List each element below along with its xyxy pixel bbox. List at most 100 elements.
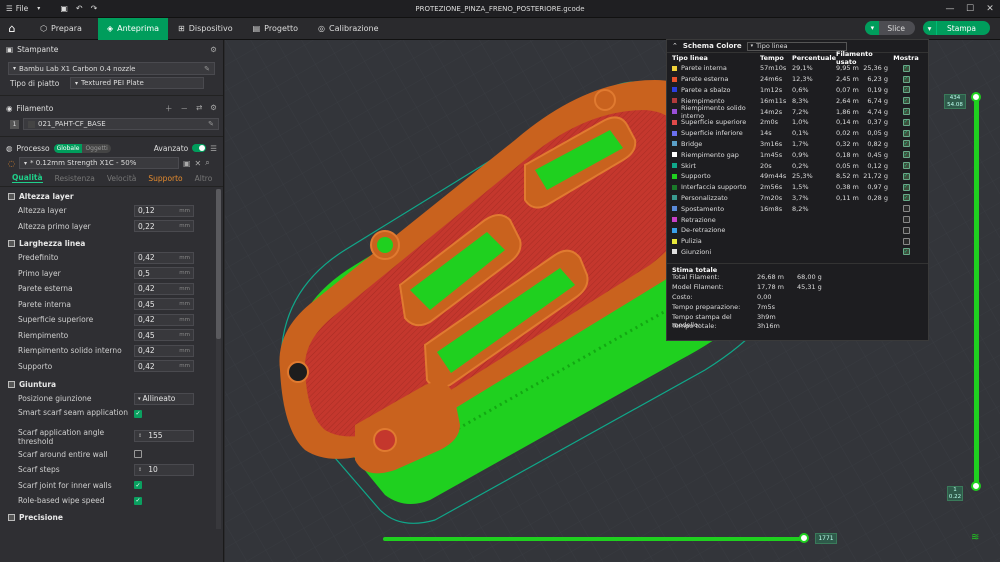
- scarf-around-wall-checkbox[interactable]: [134, 450, 142, 459]
- close-icon[interactable]: ✕: [195, 159, 202, 168]
- line-width-input[interactable]: 0,42 mm: [134, 344, 194, 357]
- line-width-input[interactable]: 0,45 mm: [134, 298, 194, 311]
- layer-slider-top-handle[interactable]: [971, 92, 981, 102]
- setting-row: Parete esterna 0,42 mm: [0, 281, 223, 297]
- scarf-steps-input[interactable]: ⇕ 10: [134, 463, 194, 476]
- line-width-input[interactable]: 0,45 mm: [134, 329, 194, 342]
- layer-height-icon: [8, 192, 15, 200]
- show-checkbox[interactable]: ✓: [902, 162, 910, 170]
- layer-bottom-label: 1 0.22: [947, 486, 963, 501]
- wipe-speed-checkbox[interactable]: ✓: [134, 496, 142, 505]
- advanced-toggle[interactable]: [192, 144, 207, 152]
- first-layer-height-input[interactable]: 0,22 mm: [134, 220, 194, 233]
- show-checkbox[interactable]: ✓: [902, 140, 910, 148]
- show-checkbox[interactable]: ✓: [902, 118, 910, 126]
- line-width-input[interactable]: 0,42 mm: [134, 360, 194, 373]
- line-type-swatch: [672, 152, 677, 158]
- sync-icon[interactable]: ⇄: [196, 103, 202, 114]
- move-slider-handle[interactable]: [799, 533, 809, 543]
- print-button[interactable]: ▾ Stampa: [923, 21, 990, 35]
- line-width-input[interactable]: 0,42 mm: [134, 282, 194, 295]
- show-checkbox[interactable]: ✓: [902, 64, 910, 72]
- minimize-icon[interactable]: —: [940, 0, 960, 18]
- scarf-angle-input[interactable]: ⇕ 155: [134, 429, 194, 442]
- tab-supporto[interactable]: Supporto: [148, 174, 182, 183]
- undo-icon[interactable]: ↶: [76, 4, 83, 13]
- show-checkbox[interactable]: [902, 237, 910, 245]
- save-icon[interactable]: ▣: [60, 4, 68, 13]
- printer-select[interactable]: ▾ Bambu Lab X1 Carbon 0.4 nozzle ✎: [8, 62, 215, 75]
- show-checkbox[interactable]: ✓: [902, 129, 910, 137]
- tab-qualita[interactable]: Qualità: [12, 173, 43, 183]
- show-checkbox[interactable]: ✓: [902, 108, 910, 116]
- line-type-swatch: [672, 238, 677, 244]
- process-preset-icon: ◌: [8, 158, 15, 168]
- sidebar-scrollbar[interactable]: [216, 189, 221, 529]
- add-icon[interactable]: ＋: [165, 103, 173, 114]
- tab-dispositivo[interactable]: ⊞ Dispositivo: [168, 18, 243, 40]
- line-width-input[interactable]: 0,42 mm: [134, 251, 194, 264]
- remove-icon[interactable]: －: [180, 103, 188, 114]
- plate-type-select[interactable]: ▾ Textured PEI Plate: [70, 77, 204, 89]
- color-scheme-select[interactable]: ▾ Tipo linea: [746, 41, 847, 51]
- show-checkbox[interactable]: ✓: [902, 75, 910, 83]
- layer-slider[interactable]: [971, 92, 981, 491]
- collapse-icon[interactable]: ⌃: [672, 42, 678, 50]
- show-checkbox[interactable]: ✓: [902, 183, 910, 191]
- settings-icon[interactable]: ⚙: [210, 103, 217, 114]
- tab-velocita[interactable]: Velocità: [107, 174, 137, 183]
- tab-calibrazione[interactable]: ◎ Calibrazione: [308, 18, 389, 40]
- legend-row: Riempimento gap 1m45s 0,9% 0,18 m 0,45 g …: [667, 149, 928, 160]
- scope-toggle[interactable]: Globale Oggetti: [53, 143, 111, 153]
- layer-slider-bottom-handle[interactable]: [971, 481, 981, 491]
- stepper-icon[interactable]: ⇕: [138, 433, 142, 439]
- show-checkbox[interactable]: ✓: [902, 172, 910, 180]
- chevron-down-icon: ▾: [138, 395, 141, 402]
- chevron-down-icon[interactable]: ▾: [923, 21, 938, 35]
- setting-row: Supporto 0,42 mm: [0, 359, 223, 375]
- tab-resistenza[interactable]: Resistenza: [55, 174, 95, 183]
- legend-row: Pulizia: [667, 236, 928, 247]
- show-checkbox[interactable]: ✓: [902, 151, 910, 159]
- edit-icon[interactable]: ✎: [204, 65, 210, 73]
- save-preset-icon[interactable]: ▣: [183, 159, 191, 168]
- model-hole-5: [373, 428, 397, 452]
- tab-altro[interactable]: Altro: [195, 174, 213, 183]
- search-icon[interactable]: ⌕: [205, 158, 209, 168]
- layer-height-input[interactable]: 0,12 mm: [134, 204, 194, 217]
- tab-progetto[interactable]: ▤ Progetto: [243, 18, 308, 40]
- stepper-icon[interactable]: ⇕: [138, 467, 142, 473]
- layers-icon[interactable]: ≋: [971, 532, 979, 543]
- list-icon[interactable]: ☰: [210, 144, 217, 153]
- chevron-down-icon[interactable]: ▾: [865, 21, 880, 35]
- show-checkbox[interactable]: ✓: [902, 97, 910, 105]
- show-checkbox[interactable]: ✓: [902, 248, 910, 256]
- maximize-icon[interactable]: ☐: [960, 0, 980, 18]
- show-checkbox[interactable]: ✓: [902, 86, 910, 94]
- line-width-input[interactable]: 0,42 mm: [134, 313, 194, 326]
- tab-anteprima[interactable]: ◈ Anteprima: [98, 17, 168, 40]
- setting-row: Scarf around entire wall: [0, 447, 223, 463]
- filament-section-header: ◉ Filamento ＋ － ⇄ ⚙: [6, 102, 217, 114]
- edit-icon[interactable]: ✎: [208, 120, 214, 128]
- redo-icon[interactable]: ↷: [91, 4, 98, 13]
- tab-prepara[interactable]: ⬡ Prepara: [24, 18, 98, 40]
- show-checkbox[interactable]: [902, 216, 910, 224]
- legend-row: Parete interna 57m10s 29,1% 9,95 m 25,36 …: [667, 63, 928, 74]
- home-icon[interactable]: ⌂: [0, 18, 24, 40]
- seam-position-select[interactable]: ▾ Allineato: [134, 392, 194, 405]
- show-checkbox[interactable]: [902, 226, 910, 234]
- inner-walls-checkbox[interactable]: ✓: [134, 481, 142, 490]
- color-legend-panel: ⌃ Schema Colore ▾ Tipo linea Tipo linea …: [666, 39, 929, 341]
- show-checkbox[interactable]: ✓: [902, 194, 910, 202]
- filament-select[interactable]: 021_PAHT-CF_BASE ✎: [23, 118, 219, 130]
- process-preset-select[interactable]: ▾ * 0.12mm Strength X1C - 50%: [18, 157, 179, 169]
- move-slider[interactable]: [383, 533, 811, 543]
- line-width-input[interactable]: 0,5 mm: [134, 267, 194, 280]
- file-menu[interactable]: ☰ File ▾: [6, 4, 40, 13]
- settings-icon[interactable]: ⚙: [210, 45, 217, 54]
- show-checkbox[interactable]: [902, 205, 910, 213]
- close-icon[interactable]: ✕: [980, 0, 1000, 18]
- smart-scarf-checkbox[interactable]: ✓: [134, 409, 142, 418]
- slice-button[interactable]: ▾ Slice: [865, 21, 916, 35]
